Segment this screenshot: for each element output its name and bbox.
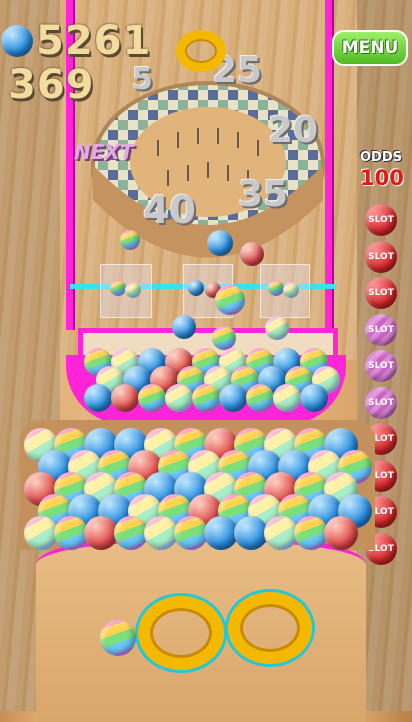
ball <box>192 384 220 412</box>
slot-indicator: SLOT <box>365 386 397 419</box>
score-value: 5261 <box>36 18 152 64</box>
ball <box>24 516 58 550</box>
ball <box>204 516 238 550</box>
ball <box>188 280 204 296</box>
ball <box>215 285 245 315</box>
menu-button-label: MENU <box>341 38 399 58</box>
slot-indicator: SLOT <box>365 204 397 236</box>
ball <box>273 384 301 412</box>
ball <box>165 384 193 412</box>
slot-indicator: SLOT <box>365 277 397 309</box>
ball <box>207 230 233 256</box>
next-label: NEXT <box>74 140 134 164</box>
ball <box>111 384 139 412</box>
balls-count: 369 <box>8 62 95 108</box>
ball <box>283 282 299 298</box>
top-gold-ring <box>176 30 226 72</box>
ball <box>234 516 268 550</box>
ball-icon <box>1 25 33 57</box>
ball <box>125 282 141 298</box>
odds-value: 100 <box>360 166 404 190</box>
ball <box>110 280 126 296</box>
ball <box>265 316 289 340</box>
board-number-35: 35 <box>238 174 289 215</box>
rolling-ball <box>100 620 136 656</box>
ball <box>240 242 264 266</box>
board-number-40: 40 <box>143 188 196 232</box>
ball <box>84 384 112 412</box>
ball <box>172 315 196 339</box>
ball <box>114 516 148 550</box>
ball <box>120 230 140 250</box>
ball <box>84 516 118 550</box>
ball <box>294 516 328 550</box>
ball <box>246 384 274 412</box>
ball <box>324 516 358 550</box>
ball <box>54 516 88 550</box>
bottom-ring-right <box>228 592 312 664</box>
board-number-20: 20 <box>268 110 319 151</box>
ball <box>219 384 247 412</box>
slot-indicator: SLOT <box>365 240 397 273</box>
ball <box>138 384 166 412</box>
ball <box>264 516 298 550</box>
slot-indicator: SLOT <box>365 313 397 346</box>
menu-button[interactable]: MENU <box>332 30 408 66</box>
ball <box>268 280 284 296</box>
ball <box>174 516 208 550</box>
odds-label: ODDS <box>360 150 402 165</box>
board-number-5: 5 <box>132 62 153 97</box>
ball <box>300 384 328 412</box>
ball <box>144 516 178 550</box>
bottom-ring-left <box>138 596 224 670</box>
slot-indicator: SLOT <box>365 350 397 382</box>
ball <box>212 326 236 350</box>
